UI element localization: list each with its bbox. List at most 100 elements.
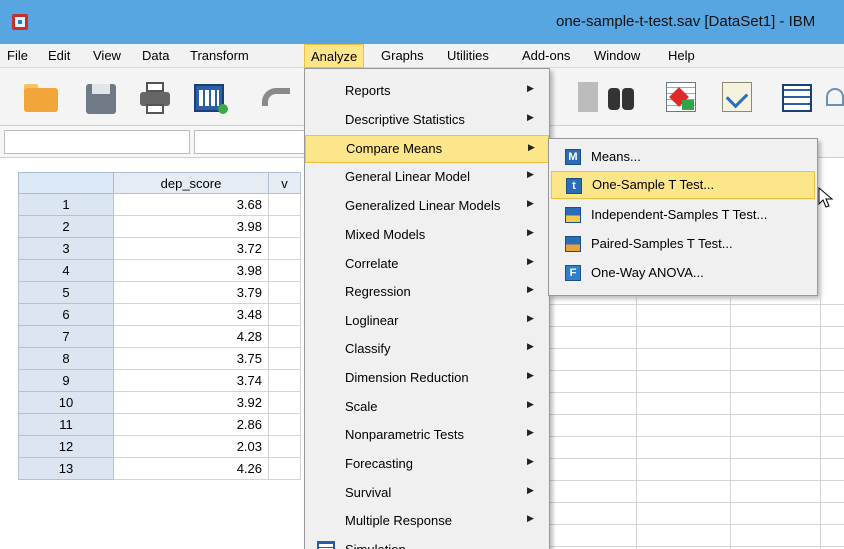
menu-file[interactable]: File [7,48,28,63]
submenu-item-paired-samples-t-test[interactable]: Paired-Samples T Test... [551,230,815,258]
menu-help[interactable]: Help [668,48,695,63]
data-cell-dep-score[interactable]: 3.79 [114,282,269,304]
grid-line [550,502,844,503]
data-cell-dep-score[interactable]: 2.86 [114,414,269,436]
menu-analyze[interactable]: Analyze [304,44,365,68]
row-header[interactable]: 8 [18,348,114,370]
select-cases-icon[interactable] [666,82,700,114]
menu-bar: File Edit View Data Transform Analyze Gr… [0,44,844,68]
row-header[interactable]: 7 [18,326,114,348]
undo-icon[interactable] [262,82,296,114]
data-cell-empty[interactable] [269,304,301,326]
data-cell-dep-score[interactable]: 3.48 [114,304,269,326]
cell-value-box[interactable] [194,130,314,154]
menu-graphs[interactable]: Graphs [381,48,424,63]
row-header[interactable]: 12 [18,436,114,458]
data-cell-dep-score[interactable]: 3.72 [114,238,269,260]
data-cell-empty[interactable] [269,436,301,458]
submenu-item-independent-samples-t-test[interactable]: Independent-Samples T Test... [551,201,815,229]
data-cell-dep-score[interactable]: 3.92 [114,392,269,414]
value-labels-icon[interactable] [782,82,816,114]
means-icon: M [565,149,581,165]
cell-name-box[interactable] [4,130,190,154]
menu-item-reports[interactable]: Reports ▶ [305,77,549,105]
data-cell-empty[interactable] [269,238,301,260]
menu-add-ons[interactable]: Add-ons [522,48,570,63]
data-cell-dep-score[interactable]: 3.98 [114,216,269,238]
grid-corner-cell[interactable] [18,172,114,194]
row-header[interactable]: 10 [18,392,114,414]
menu-utilities[interactable]: Utilities [447,48,489,63]
print-icon[interactable] [138,82,172,114]
row-header[interactable]: 2 [18,216,114,238]
menu-item-generalized-linear-models[interactable]: Generalized Linear Models ▶ [305,192,549,220]
data-cell-empty[interactable] [269,392,301,414]
menu-item-label: Correlate [345,256,399,271]
analyze-menu: Reports ▶ Descriptive Statistics ▶ Compare M… [304,68,550,549]
menu-item-dimension-reduction[interactable]: Dimension Reduction ▶ [305,364,549,392]
data-cell-dep-score[interactable]: 3.75 [114,348,269,370]
scale-icon[interactable] [826,82,844,114]
data-cell-empty[interactable] [269,348,301,370]
save-icon[interactable] [84,82,118,114]
row-header[interactable]: 5 [18,282,114,304]
data-cell-empty[interactable] [269,260,301,282]
binoculars-icon[interactable] [604,82,638,114]
menu-item-survival[interactable]: Survival ▶ [305,479,549,507]
menu-item-general-linear-model[interactable]: General Linear Model ▶ [305,163,549,191]
data-icon[interactable] [194,82,228,114]
data-cell-empty[interactable] [269,194,301,216]
data-cell-dep-score[interactable]: 4.28 [114,326,269,348]
row-header[interactable]: 11 [18,414,114,436]
data-cell-dep-score[interactable]: 2.03 [114,436,269,458]
menu-view[interactable]: View [93,48,121,63]
grid-line [550,370,844,371]
menu-item-forecasting[interactable]: Forecasting ▶ [305,450,549,478]
data-cell-empty[interactable] [269,326,301,348]
data-cell-empty[interactable] [269,370,301,392]
menu-edit[interactable]: Edit [48,48,70,63]
weight-icon[interactable] [722,82,756,114]
menu-item-simulation[interactable]: Simulation... [305,536,549,549]
variable-icon[interactable] [578,82,600,114]
paired-samples-t-test-icon [565,236,581,252]
data-cell-dep-score[interactable]: 3.74 [114,370,269,392]
menu-item-multiple-response[interactable]: Multiple Response ▶ [305,507,549,535]
menu-item-mixed-models[interactable]: Mixed Models ▶ [305,221,549,249]
menu-item-scale[interactable]: Scale ▶ [305,393,549,421]
menu-window[interactable]: Window [594,48,640,63]
data-cell-empty[interactable] [269,458,301,480]
menu-item-label: Generalized Linear Models [345,198,501,213]
submenu-arrow-icon: ▶ [527,83,534,93]
data-cell-empty[interactable] [269,216,301,238]
row-header[interactable]: 9 [18,370,114,392]
spss-app-icon[interactable] [12,14,28,30]
submenu-item-one-way-anova[interactable]: F One-Way ANOVA... [551,259,815,287]
menu-item-regression[interactable]: Regression ▶ [305,278,549,306]
data-cell-dep-score[interactable]: 4.26 [114,458,269,480]
column-header-var[interactable]: v [269,172,301,194]
data-cell-empty[interactable] [269,414,301,436]
row-header[interactable]: 3 [18,238,114,260]
menu-transform[interactable]: Transform [190,48,249,63]
column-header-dep-score[interactable]: dep_score [114,172,269,194]
menu-item-descriptive-statistics[interactable]: Descriptive Statistics ▶ [305,106,549,134]
row-header[interactable]: 6 [18,304,114,326]
menu-item-label: Compare Means [346,141,443,156]
menu-item-label: Nonparametric Tests [345,427,464,442]
data-cell-empty[interactable] [269,282,301,304]
data-cell-dep-score[interactable]: 3.68 [114,194,269,216]
submenu-item-one-sample-t-test[interactable]: t One-Sample T Test... [551,171,815,199]
data-cell-dep-score[interactable]: 3.98 [114,260,269,282]
open-icon[interactable] [24,82,58,114]
menu-item-classify[interactable]: Classify ▶ [305,335,549,363]
menu-item-compare-means[interactable]: Compare Means ▶ [305,135,549,163]
row-header[interactable]: 1 [18,194,114,216]
menu-item-nonparametric-tests[interactable]: Nonparametric Tests ▶ [305,421,549,449]
row-header[interactable]: 13 [18,458,114,480]
menu-data[interactable]: Data [142,48,169,63]
menu-item-correlate[interactable]: Correlate ▶ [305,250,549,278]
row-header[interactable]: 4 [18,260,114,282]
submenu-item-means[interactable]: M Means... [551,143,815,171]
menu-item-loglinear[interactable]: Loglinear ▶ [305,307,549,335]
